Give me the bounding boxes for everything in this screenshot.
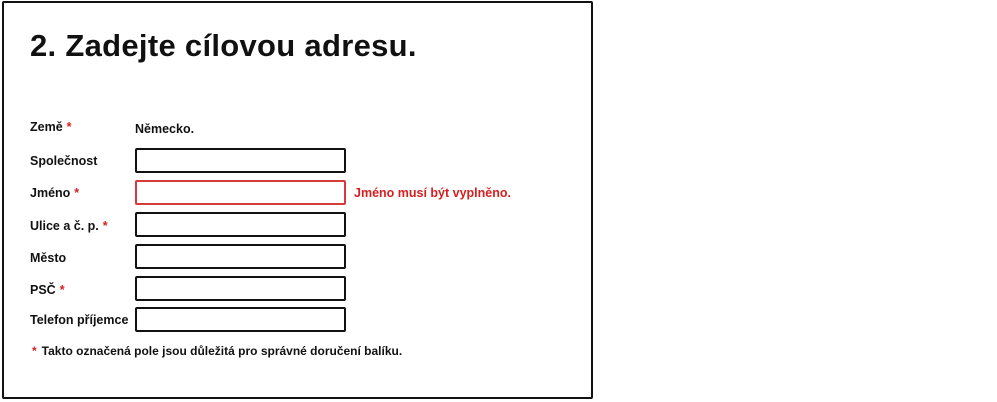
- zip-field[interactable]: [135, 276, 346, 301]
- page-title: 2. Zadejte cílovou adresu.: [30, 28, 417, 63]
- zip-label-text: PSČ: [30, 283, 56, 297]
- city-label: Město: [30, 251, 67, 265]
- name-error-message: Jméno musí být vyplněno.: [354, 186, 511, 200]
- street-label: Ulice a č. p. *: [30, 218, 108, 234]
- street-label-text: Ulice a č. p.: [30, 219, 99, 233]
- company-label: Společnost: [30, 154, 98, 168]
- company-field[interactable]: [135, 148, 346, 173]
- country-label: Země *: [30, 119, 72, 135]
- zip-label: PSČ *: [30, 282, 65, 298]
- required-note-text: Takto označená pole jsou důležitá pro sp…: [41, 344, 403, 358]
- required-marker: *: [32, 344, 37, 358]
- city-field[interactable]: [135, 244, 346, 269]
- required-note: * Takto označená pole jsou důležitá pro s…: [32, 343, 402, 359]
- name-label-text: Jméno: [30, 186, 71, 200]
- street-field[interactable]: [135, 212, 346, 237]
- phone-label: Telefon příjemce: [30, 313, 129, 327]
- name-label: Jméno *: [30, 185, 79, 201]
- name-field[interactable]: [135, 180, 346, 205]
- country-value: Německo.: [135, 122, 195, 136]
- required-marker: *: [59, 283, 65, 297]
- required-marker: *: [102, 219, 108, 233]
- phone-field[interactable]: [135, 307, 346, 332]
- country-label-text: Země: [30, 120, 63, 134]
- required-marker: *: [66, 120, 72, 134]
- required-marker: *: [74, 186, 80, 200]
